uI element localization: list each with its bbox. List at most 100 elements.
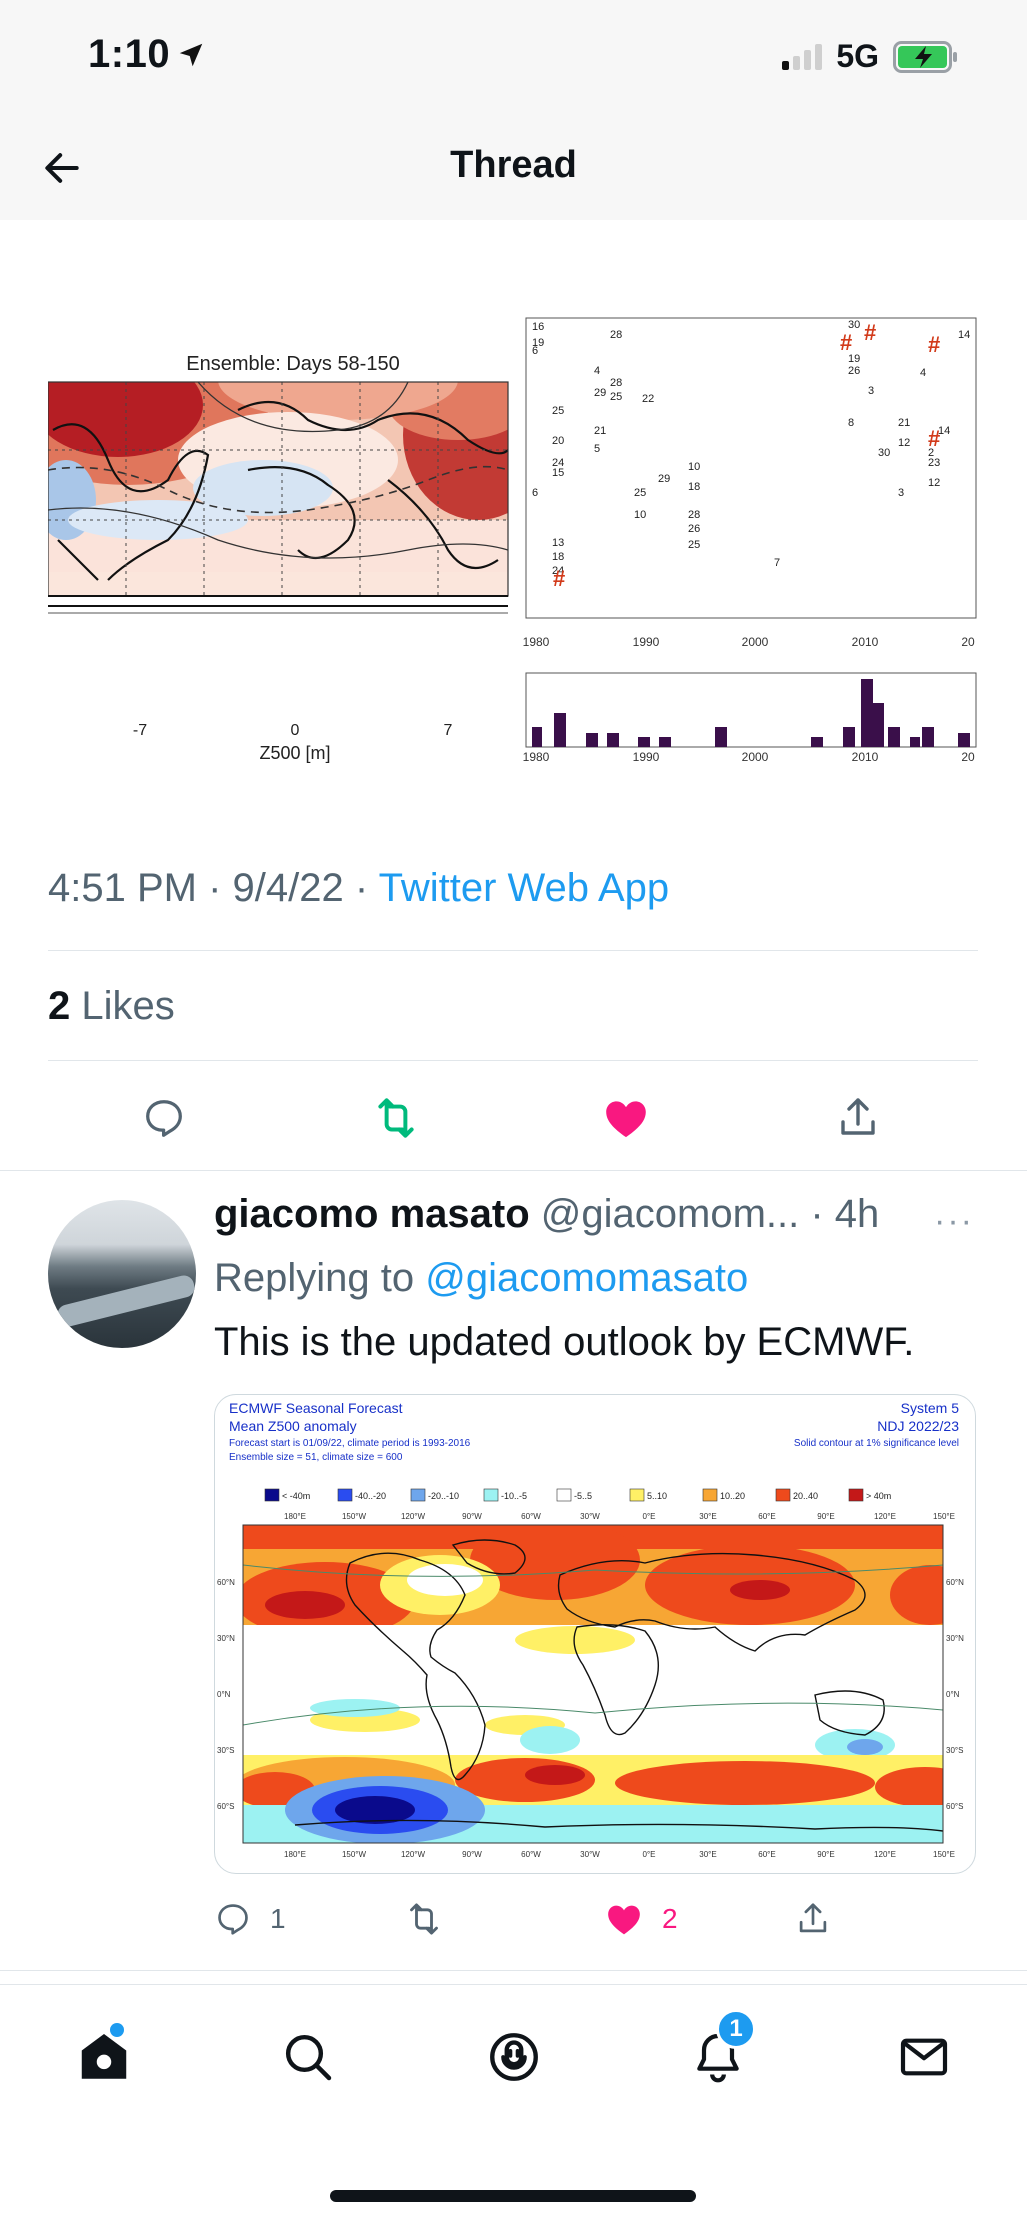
retweet-icon (410, 1903, 438, 1935)
retweet-button[interactable] (366, 1088, 426, 1148)
legend-swatch (848, 1488, 864, 1502)
longitude-label: 120°W (401, 1512, 426, 1521)
latitude-label: 60°S (946, 1802, 963, 1811)
scatter-number: 12 (898, 437, 910, 449)
latitude-label: 30°N (946, 1634, 964, 1643)
legend-label: > 40m (866, 1491, 891, 1501)
retweet-button[interactable] (404, 1894, 444, 1944)
bottom-tab-bar: 1 (0, 1984, 1027, 2222)
forecast-ensemble: Ensemble size = 51, climate size = 600 (229, 1452, 403, 1463)
lon-labels-bottom: 180°E 150°W 120°W 90°W 60°W 30°W 0°E 30°E 60°E 90… (284, 1850, 955, 1859)
scatter-number: 14 (958, 329, 970, 341)
forecast-period: NDJ 2022/23 (877, 1418, 959, 1434)
longitude-label: 90°E (817, 1512, 834, 1521)
signal-strength-icon (782, 43, 823, 70)
tweet-media-image[interactable]: Ensemble: Days 58-150 -7 0 7 Z500 [m] 16… (47, 310, 978, 780)
right-xtick: 20 (961, 635, 975, 649)
longitude-label: 30°E (699, 1850, 716, 1859)
reply-button[interactable]: 1 (214, 1894, 286, 1944)
svg-text:#: # (928, 426, 940, 451)
likes-label: Likes (81, 984, 175, 1028)
heart-filled-icon (608, 1905, 640, 1935)
user-handle[interactable]: @giacomom... (541, 1192, 799, 1236)
forecast-map-image[interactable]: ECMWF Seasonal Forecast Mean Z500 anomal… (214, 1394, 976, 1874)
scatter-number: 28 (688, 509, 700, 521)
mail-icon (900, 2038, 948, 2076)
likes-summary[interactable]: 2 Likes (48, 984, 175, 1029)
scatter-number: 20 (552, 435, 564, 447)
latitude-label: 60°S (217, 1802, 234, 1811)
latitude-label: 0°N (217, 1690, 231, 1699)
tab-search[interactable] (276, 2025, 340, 2089)
latitude-label: 0°N (946, 1690, 960, 1699)
tab-home[interactable] (72, 2023, 136, 2089)
forecast-subtitle: Mean Z500 anomaly (229, 1418, 357, 1434)
longitude-label: 180°E (284, 1850, 306, 1859)
left-xtick: 0 (291, 722, 300, 739)
scatter-number: 3 (868, 385, 874, 397)
reply-button[interactable] (134, 1088, 194, 1148)
longitude-label: 150°W (342, 1850, 367, 1859)
scatter-number: 25 (634, 487, 646, 499)
longitude-label: 120°W (401, 1850, 426, 1859)
status-time: 1:10 (88, 32, 171, 76)
tab-spaces[interactable] (482, 2025, 546, 2089)
svg-text:#: # (840, 330, 852, 355)
more-options-button[interactable]: ··· (934, 1202, 974, 1241)
lat-labels-left: 60°N 30°N 0°N 30°S 60°S (217, 1578, 235, 1811)
like-button[interactable] (596, 1088, 656, 1148)
likes-count: 2 (48, 984, 71, 1028)
reply-tweet[interactable]: giacomo masato @giacomom... · 4h ··· Rep… (0, 1170, 1027, 1970)
scatter-number: 25 (552, 405, 564, 417)
svg-text:#: # (928, 332, 940, 357)
scatter-number: 29 (594, 387, 606, 399)
home-indicator[interactable] (330, 2190, 696, 2202)
legend-swatch (410, 1488, 426, 1502)
page-title: Thread (450, 144, 577, 186)
divider (0, 1970, 1027, 1971)
legend-label: < -40m (282, 1491, 310, 1501)
replying-prefix: Replying to (214, 1256, 415, 1300)
tweet-time[interactable]: 4:51 PM (48, 866, 197, 910)
longitude-label: 30°E (699, 1512, 716, 1521)
home-icon (81, 2034, 127, 2079)
global-anomaly-map (242, 1524, 944, 1844)
longitude-label: 150°E (933, 1850, 955, 1859)
lat-labels-right: 60°N 30°N 0°N 30°S 60°S (946, 1578, 964, 1811)
legend-swatch (556, 1488, 572, 1502)
scatter-number: 28 (610, 377, 622, 389)
like-button[interactable]: 2 (604, 1894, 678, 1944)
home-unread-dot (110, 2023, 124, 2037)
tweet-date[interactable]: 9/4/22 (233, 866, 344, 910)
scatter-number: 5 (594, 443, 600, 455)
scatter-number: 30 (878, 447, 890, 459)
longitude-label: 30°W (580, 1512, 600, 1521)
longitude-label: 0°E (643, 1512, 656, 1521)
right-xtick: 2010 (852, 635, 879, 649)
share-button[interactable] (794, 1894, 832, 1944)
right-xtick: 2000 (742, 635, 769, 649)
legend-label: -5..5 (574, 1491, 592, 1501)
status-right: 5G (782, 38, 959, 75)
avatar[interactable] (48, 1200, 196, 1348)
right-xtick: 1990 (633, 635, 660, 649)
display-name[interactable]: giacomo masato (214, 1192, 530, 1236)
longitude-label: 90°W (462, 1512, 482, 1521)
retweet-icon (378, 1098, 414, 1138)
scatter-number: 21 (898, 417, 910, 429)
scatter-number: 18 (688, 481, 700, 493)
tweet-source-link[interactable]: Twitter Web App (379, 866, 670, 910)
legend-label: -10..-5 (501, 1491, 527, 1501)
scatter-number: 16 (532, 321, 544, 333)
tweet-timestamp-line: 4:51 PM · 9/4/22 · Twitter Web App (48, 866, 669, 911)
share-button[interactable] (828, 1088, 888, 1148)
tab-messages[interactable] (892, 2025, 956, 2089)
replying-handle-link[interactable]: @giacomomasato (425, 1256, 748, 1300)
scatter-number: 12 (928, 477, 940, 489)
scatter-number: 25 (688, 539, 700, 551)
separator: · (208, 866, 222, 910)
latitude-label: 60°N (217, 1578, 235, 1587)
reply-count: 1 (270, 1903, 286, 1934)
scatter-number: 18 (552, 551, 564, 563)
tab-notifications[interactable]: 1 (686, 2009, 756, 2089)
